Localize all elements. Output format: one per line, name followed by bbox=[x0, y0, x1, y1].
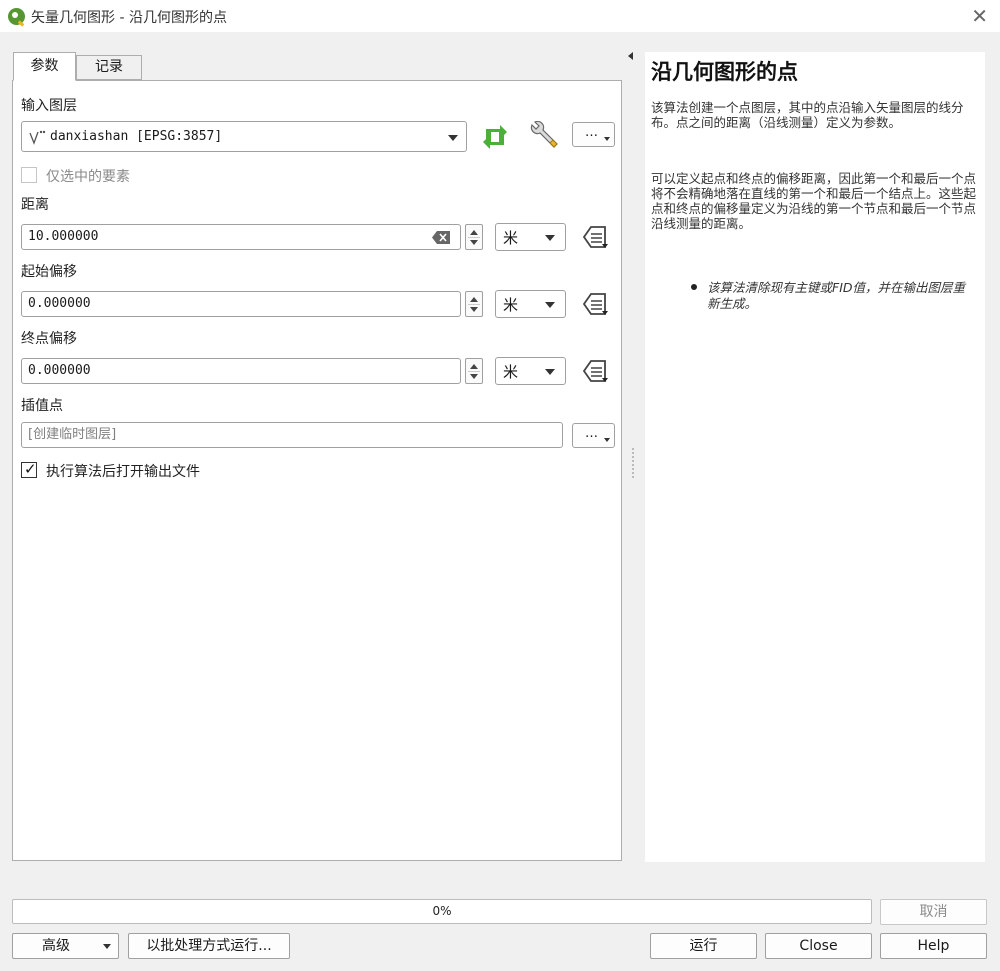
open-output-checkbox[interactable]: ✓ bbox=[21, 460, 37, 478]
chevron-down-icon bbox=[103, 944, 111, 949]
chevron-down-icon bbox=[545, 235, 555, 241]
start-offset-unit-select[interactable]: 米 bbox=[495, 290, 566, 318]
chevron-down-icon bbox=[448, 135, 458, 141]
selected-only-checkbox[interactable] bbox=[21, 167, 37, 183]
progress-text: 0% bbox=[432, 904, 452, 918]
selected-only-label: 仅选中的要素 bbox=[46, 169, 130, 185]
qgis-icon bbox=[8, 8, 25, 25]
title-bar: 矢量几何图形 - 沿几何图形的点 ✕ bbox=[0, 0, 1000, 32]
help-note: 该算法清除现有主键或FID值，并在输出图层重新生成。 bbox=[707, 280, 966, 311]
batch-run-button[interactable]: 以批处理方式运行... bbox=[128, 933, 290, 959]
bullet-icon bbox=[691, 284, 697, 290]
line-layer-icon bbox=[29, 130, 46, 145]
distance-unit-select[interactable]: 米 bbox=[495, 223, 566, 251]
end-offset-input[interactable]: 0.000000 bbox=[21, 358, 461, 384]
help-paragraph: 可以定义起点和终点的偏移距离，因此第一个和最后一个点将不会精确地落在直线的第一个… bbox=[651, 171, 977, 231]
start-offset-label: 起始偏移 bbox=[21, 264, 77, 280]
input-layer-value: danxiashan [EPSG:3857] bbox=[50, 129, 223, 144]
output-label: 插值点 bbox=[21, 398, 63, 414]
iterate-icon[interactable] bbox=[480, 123, 510, 151]
tab-log[interactable]: 记录 bbox=[76, 55, 142, 80]
help-paragraph: 该算法创建一个点图层，其中的点沿输入矢量图层的线分布。点之间的距离（沿线测量）定… bbox=[651, 100, 964, 130]
output-options-button[interactable]: … bbox=[572, 423, 615, 448]
end-offset-spinner[interactable] bbox=[465, 358, 483, 384]
help-button[interactable]: Help bbox=[880, 933, 987, 959]
chevron-down-icon bbox=[545, 369, 555, 375]
window-title: 矢量几何图形 - 沿几何图形的点 bbox=[31, 10, 227, 26]
start-offset-spinner[interactable] bbox=[465, 291, 483, 317]
clear-icon[interactable] bbox=[432, 231, 450, 244]
end-offset-unit-select[interactable]: 米 bbox=[495, 357, 566, 385]
close-icon[interactable]: ✕ bbox=[971, 4, 988, 28]
distance-spinner[interactable] bbox=[465, 224, 483, 250]
data-defined-override-icon[interactable] bbox=[580, 291, 608, 317]
cancel-button[interactable]: 取消 bbox=[880, 899, 987, 925]
advanced-button[interactable]: 高级 bbox=[12, 933, 119, 959]
distance-input[interactable]: 10.000000 bbox=[21, 224, 461, 250]
checkmark-icon: ✓ bbox=[24, 460, 37, 478]
start-offset-input[interactable]: 0.000000 bbox=[21, 291, 461, 317]
data-defined-override-icon[interactable] bbox=[580, 224, 608, 250]
run-button[interactable]: 运行 bbox=[650, 933, 757, 959]
wrench-icon[interactable] bbox=[526, 121, 560, 153]
input-layer-combobox[interactable]: danxiashan [EPSG:3857] bbox=[21, 121, 467, 152]
end-offset-label: 终点偏移 bbox=[21, 331, 77, 347]
help-panel: 沿几何图形的点 该算法创建一个点图层，其中的点沿输入矢量图层的线分布。点之间的距… bbox=[645, 52, 985, 862]
distance-label: 距离 bbox=[21, 197, 49, 213]
output-path-input[interactable]: [创建临时图层] bbox=[21, 422, 563, 448]
collapse-arrow-icon[interactable] bbox=[628, 52, 633, 60]
chevron-down-icon bbox=[545, 302, 555, 308]
input-layer-options-button[interactable]: … bbox=[572, 122, 615, 147]
splitter-handle[interactable] bbox=[632, 448, 634, 478]
close-button[interactable]: Close bbox=[765, 933, 872, 959]
progress-bar: 0% bbox=[12, 899, 872, 924]
data-defined-override-icon[interactable] bbox=[580, 358, 608, 384]
tab-parameters[interactable]: 参数 bbox=[13, 52, 76, 81]
help-title: 沿几何图形的点 bbox=[651, 59, 798, 84]
open-output-label: 执行算法后打开输出文件 bbox=[46, 464, 200, 480]
input-layer-label: 输入图层 bbox=[21, 98, 77, 114]
